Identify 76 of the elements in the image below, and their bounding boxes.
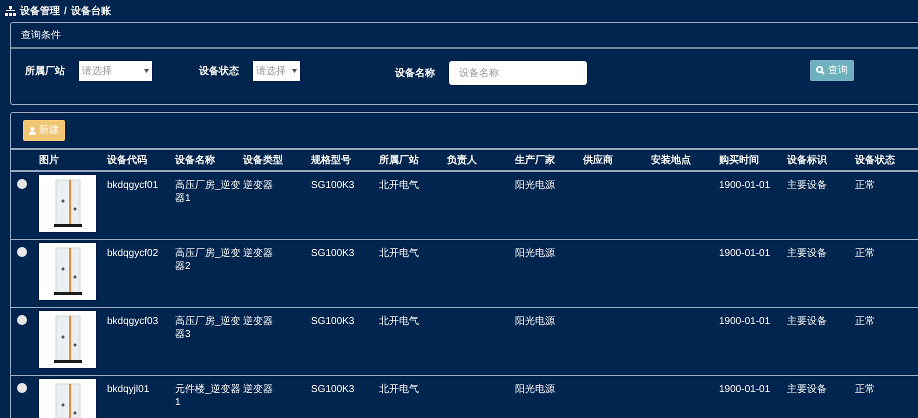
input-field[interactable]: 设备名称 — [449, 61, 587, 85]
table-cell: 正常 — [855, 248, 875, 259]
caret-icon — [144, 69, 149, 73]
table-cell: 北开电气 — [379, 180, 419, 191]
column-header: 设备标识 — [787, 154, 828, 168]
table-cell: SG100K3 — [311, 384, 354, 395]
column-header: 图片 — [39, 154, 60, 168]
hierarchy-icon — [5, 6, 16, 16]
column-header: 设备代码 — [107, 154, 148, 168]
search-button[interactable]: 查询 — [810, 60, 854, 81]
table-cell: bkdqgycf01 — [107, 180, 158, 191]
table-cell: 高压厂房_逆变器3 — [175, 316, 241, 340]
table-cell: 逆变器 — [243, 384, 273, 395]
table-cell: 高压厂房_逆变器1 — [175, 180, 241, 204]
table-cell: 阳光电源 — [515, 248, 555, 259]
table-cell: 阳光电源 — [515, 316, 555, 327]
table-cell: 正常 — [855, 384, 875, 395]
column-header: 所属厂站 — [379, 154, 420, 168]
column-header: 负责人 — [447, 154, 478, 168]
table-cell: SG100K3 — [311, 316, 354, 327]
cabinet-drawing — [52, 178, 82, 228]
breadcrumb-item[interactable]: 设备管理 — [20, 4, 60, 18]
person-icon — [29, 126, 36, 134]
breadcrumb-item: 设备台账 — [70, 4, 111, 18]
table-cell: 高压厂房_逆变器2 — [175, 248, 241, 272]
table-cell: 主要设备 — [787, 180, 827, 191]
table-cell: 阳光电源 — [515, 384, 555, 395]
table-cell: 主要设备 — [787, 384, 827, 395]
table-cell: 逆变器 — [243, 248, 273, 259]
table-cell: bkdqgycf03 — [107, 316, 158, 327]
table-cell: SG100K3 — [311, 248, 354, 259]
table-cell: 主要设备 — [787, 316, 827, 327]
table-cell: 正常 — [855, 316, 875, 327]
table-cell: 主要设备 — [787, 248, 827, 259]
column-header: 购买时间 — [719, 154, 760, 168]
cabinet-drawing — [52, 382, 82, 418]
column-header: 规格型号 — [311, 154, 352, 168]
breadcrumb-item: / — [64, 4, 67, 18]
field-label: 设备名称 — [395, 66, 436, 80]
field-label: 所属厂站 — [25, 64, 66, 78]
table-cell: 1900-01-01 — [719, 248, 770, 259]
table-cell: 1900-01-01 — [719, 384, 770, 395]
column-header: 生产厂家 — [515, 153, 556, 168]
column-header: 安装地点 — [651, 153, 692, 168]
cabinet-drawing — [52, 314, 82, 364]
row-radio[interactable] — [17, 179, 27, 189]
panel-title: 查询条件 — [21, 28, 61, 42]
cabinet-drawing — [52, 246, 82, 296]
search-icon — [816, 66, 825, 75]
select-placeholder: 请选择 — [82, 64, 112, 78]
select-field[interactable]: 请选择 — [253, 61, 300, 81]
column-header: 供应商 — [583, 153, 614, 168]
row-radio[interactable] — [17, 383, 27, 393]
caret-icon — [292, 69, 297, 73]
select-placeholder: 请选择 — [256, 64, 286, 78]
table-cell: 北开电气 — [379, 384, 419, 395]
table-cell: 阳光电源 — [515, 180, 555, 191]
column-header: 设备名称 — [175, 154, 216, 168]
table-cell: 逆变器 — [243, 180, 273, 191]
table-cell: bkdqgycf02 — [107, 248, 158, 259]
table-cell: 逆变器 — [243, 316, 273, 327]
table-cell: SG100K3 — [311, 180, 354, 191]
table-cell: bkdqyjl01 — [107, 384, 150, 395]
table-cell: 1900-01-01 — [719, 180, 770, 191]
column-header: 设备类型 — [243, 154, 284, 168]
table-cell: 1900-01-01 — [719, 316, 770, 327]
table-cell: 北开电气 — [379, 248, 419, 259]
field-label: 设备状态 — [199, 64, 240, 78]
select-field[interactable]: 请选择 — [79, 61, 152, 81]
table-cell: 正常 — [855, 180, 875, 191]
table-cell: 元件楼_逆变器1 — [175, 384, 241, 408]
table-cell: 北开电气 — [379, 316, 419, 327]
new-button[interactable]: 新建 — [23, 120, 65, 141]
row-radio[interactable] — [17, 247, 27, 257]
column-header: 设备状态 — [855, 154, 896, 168]
row-radio[interactable] — [17, 315, 27, 325]
